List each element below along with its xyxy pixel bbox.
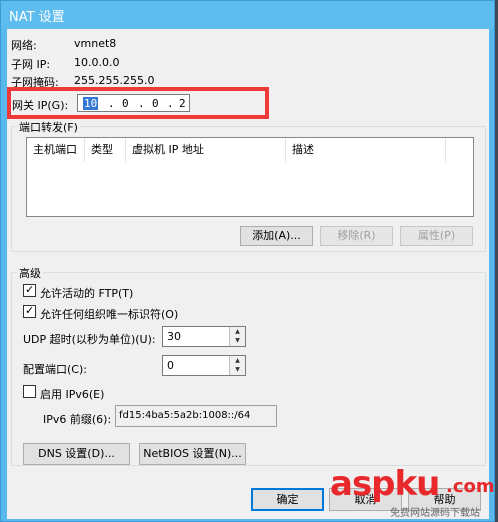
gateway-octet-2[interactable]: 0: [122, 97, 129, 110]
enable-ipv6-label[interactable]: 启用 IPv6(E): [40, 386, 104, 402]
watermark-suffix: .com: [446, 476, 495, 497]
properties-button[interactable]: 属性(P): [400, 226, 473, 246]
dialog-client-area: 网络: vmnet8 子网 IP: 10.0.0.0 子网掩码: 255.255…: [7, 29, 489, 519]
check-icon: ✓: [25, 283, 35, 296]
ipv6-prefix-input: fd15:4ba5:5a2b:1008::/64: [115, 405, 277, 427]
check-icon: ✓: [25, 304, 35, 317]
dns-settings-button[interactable]: DNS 设置(D)...: [23, 443, 130, 465]
column-host-port[interactable]: 主机端口: [27, 138, 85, 162]
subnet-mask-value: 255.255.255.0: [74, 74, 155, 87]
watermark-tagline: 免费网站源码下载站: [390, 508, 480, 519]
allow-any-oui-label[interactable]: 允许任何组织唯一标识符(O): [40, 306, 178, 322]
udp-timeout-value[interactable]: 30: [167, 330, 181, 343]
udp-timeout-arrows[interactable]: ▲ ▼: [229, 327, 245, 346]
ok-button[interactable]: 确定: [251, 488, 324, 511]
port-forwarding-title: 端口转发(F): [17, 119, 80, 135]
netbios-settings-button[interactable]: NetBIOS 设置(N)...: [139, 443, 246, 465]
udp-timeout-stepper[interactable]: 30 ▲ ▼: [162, 326, 246, 347]
gateway-octet-4[interactable]: 2: [179, 97, 186, 110]
config-port-value[interactable]: 0: [167, 359, 174, 372]
allow-any-oui-checkbox[interactable]: ✓: [23, 304, 36, 318]
subnet-ip-label: 子网 IP:: [11, 58, 51, 71]
ipv6-prefix-value: fd15:4ba5:5a2b:1008::/64: [119, 410, 251, 421]
ipv6-prefix-label: IPv6 前缀(6):: [43, 413, 112, 426]
network-label: 网络:: [11, 39, 37, 52]
watermark-brand: aspku: [330, 464, 440, 504]
allow-ftp-checkbox[interactable]: ✓: [23, 283, 36, 297]
add-button[interactable]: 添加(A)...: [240, 226, 313, 246]
gateway-dot-2: .: [138, 97, 145, 110]
enable-ipv6-checkbox[interactable]: [23, 385, 36, 398]
gateway-dot-3: .: [167, 97, 174, 110]
config-port-label: 配置端口(C):: [23, 363, 87, 376]
title-bar[interactable]: NAT 设置: [1, 1, 494, 29]
network-value: vmnet8: [74, 37, 117, 50]
spin-down-icon[interactable]: ▼: [230, 365, 245, 374]
spin-up-icon[interactable]: ▲: [230, 356, 245, 365]
allow-ftp-label[interactable]: 允许活动的 FTP(T): [40, 285, 133, 301]
port-forwarding-list[interactable]: 主机端口 类型 虚拟机 IP 地址 描述: [26, 137, 474, 217]
gateway-ip-input[interactable]: 10 . 0 . 0 . 2: [77, 94, 190, 112]
udp-timeout-label: UDP 超时(以秒为单位)(U):: [23, 333, 156, 346]
spin-down-icon[interactable]: ▼: [230, 336, 245, 345]
nat-settings-dialog: NAT 设置 网络: vmnet8 子网 IP: 10.0.0.0 子网掩码: …: [0, 0, 495, 522]
gateway-octet-3[interactable]: 0: [152, 97, 159, 110]
column-description[interactable]: 描述: [286, 138, 446, 162]
config-port-stepper[interactable]: 0 ▲ ▼: [162, 355, 246, 376]
aspku-watermark: aspku .com 免费网站源码下载站: [330, 464, 498, 522]
gateway-dot-1: .: [108, 97, 115, 110]
gateway-ip-label: 网关 IP(G):: [12, 99, 69, 112]
spin-up-icon[interactable]: ▲: [230, 327, 245, 336]
remove-button[interactable]: 移除(R): [320, 226, 393, 246]
column-type[interactable]: 类型: [85, 138, 126, 162]
subnet-ip-value: 10.0.0.0: [74, 56, 120, 69]
window-title: NAT 设置: [9, 10, 65, 25]
column-vm-ip[interactable]: 虚拟机 IP 地址: [126, 138, 286, 162]
gateway-octet-1[interactable]: 10: [83, 97, 99, 110]
config-port-arrows[interactable]: ▲ ▼: [229, 356, 245, 375]
advanced-title: 高级: [17, 265, 43, 281]
